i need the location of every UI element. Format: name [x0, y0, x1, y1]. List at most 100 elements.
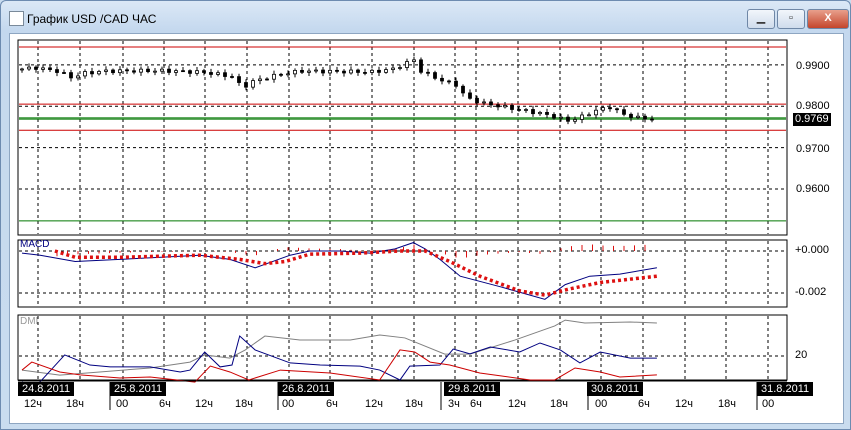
candle-body [517, 109, 521, 111]
hour-label: 3ч [448, 398, 460, 410]
candle-body [524, 109, 528, 111]
candle-body [76, 75, 80, 79]
hour-label: 12ч [508, 398, 526, 410]
candle-body [265, 78, 269, 81]
price-axis-label: 0.9800 [796, 100, 830, 112]
candle-body [153, 70, 157, 73]
candle-body [510, 105, 514, 110]
candle-body [139, 68, 143, 73]
candle-body [496, 104, 500, 108]
candle-body [258, 78, 262, 82]
candle-body [335, 69, 339, 72]
plus-di-line [21, 335, 657, 388]
hour-label: 12ч [675, 398, 693, 410]
candle-body [307, 70, 311, 73]
date-label: 25.8.2011 [110, 382, 167, 396]
candle-body [279, 73, 283, 76]
candle-body [426, 71, 430, 74]
candle-body [237, 76, 241, 83]
candle-body [545, 112, 549, 115]
candle-body [370, 69, 374, 73]
candle-body [202, 70, 206, 73]
panel-frame [17, 314, 788, 381]
hour-label: 6ч [159, 398, 171, 410]
candle-body [475, 97, 479, 104]
candle-body [349, 69, 353, 74]
candle-body [181, 70, 185, 73]
candle-body [468, 92, 472, 99]
candle-body [111, 69, 115, 74]
candle-body [566, 116, 570, 122]
candle-body [90, 71, 94, 75]
candle-body [440, 77, 444, 82]
candle-body [104, 69, 108, 72]
candle-body [629, 113, 633, 118]
candle-body [41, 67, 45, 70]
candle-body [503, 105, 507, 108]
candle-body [251, 80, 255, 88]
hour-label: 12ч [195, 398, 213, 410]
candle-body [230, 76, 234, 78]
hour-label: 12ч [24, 398, 42, 410]
macd-axis-label: +0.000 [795, 244, 829, 256]
candle-body [97, 71, 101, 75]
candle-body [489, 101, 493, 106]
candle-body [538, 112, 542, 115]
chart-canvas[interactable] [0, 0, 851, 430]
candle-body [419, 59, 423, 73]
macd-signal-line [54, 249, 658, 297]
hour-label: 18ч [718, 398, 736, 410]
candle-body [356, 69, 360, 73]
macd-axis-label: -0.002 [795, 286, 827, 298]
candle-body [552, 114, 556, 119]
candle-body [482, 101, 486, 104]
candle-body [461, 85, 465, 94]
candle-body [398, 67, 402, 69]
hour-label: 18ч [550, 398, 568, 410]
panel-frame [17, 39, 788, 236]
date-label: 26.8.2011 [278, 382, 335, 396]
candle-body [328, 69, 332, 74]
candle-body [132, 70, 136, 73]
hour-label: 6ч [470, 398, 482, 410]
candle-body [601, 107, 605, 111]
candle-body [69, 72, 73, 79]
dmi-axis-label: 20 [795, 349, 808, 361]
hour-label: 18ч [405, 398, 423, 410]
candle-body [174, 70, 178, 73]
candle-body [615, 108, 619, 111]
candle-body [216, 72, 220, 75]
current-price-label: 0.9769 [793, 113, 831, 126]
candle-body [643, 115, 647, 120]
candle-body [125, 69, 129, 72]
candle-body [27, 66, 31, 70]
candle-body [377, 69, 381, 73]
candle-body [573, 119, 577, 122]
candle-body [650, 118, 654, 121]
candle-body [272, 73, 276, 80]
candle-body [342, 70, 346, 74]
candle-body [62, 72, 66, 74]
hour-label: 18ч [66, 398, 84, 410]
date-label: 30.8.2011 [587, 382, 644, 396]
candle-body [384, 69, 388, 73]
price-axis-label: 0.9600 [796, 183, 830, 195]
hour-label: 00 [116, 398, 129, 410]
date-label: 29.8.2011 [444, 382, 501, 396]
hour-label: 6ч [326, 398, 338, 410]
candle-body [622, 109, 626, 115]
date-label: 31.8.2011 [757, 382, 814, 396]
candle-body [587, 114, 591, 117]
candle-body [48, 67, 52, 70]
candle-body [433, 72, 437, 79]
candle-body [412, 59, 416, 62]
hour-label: 00 [595, 398, 608, 410]
candle-body [146, 68, 150, 73]
candle-body [531, 109, 535, 115]
price-axis-label: 0.9700 [796, 143, 830, 155]
candle-body [594, 109, 598, 116]
candle-body [188, 70, 192, 74]
candle-body [209, 72, 213, 75]
candle-body [195, 70, 199, 74]
candle-body [391, 67, 395, 70]
